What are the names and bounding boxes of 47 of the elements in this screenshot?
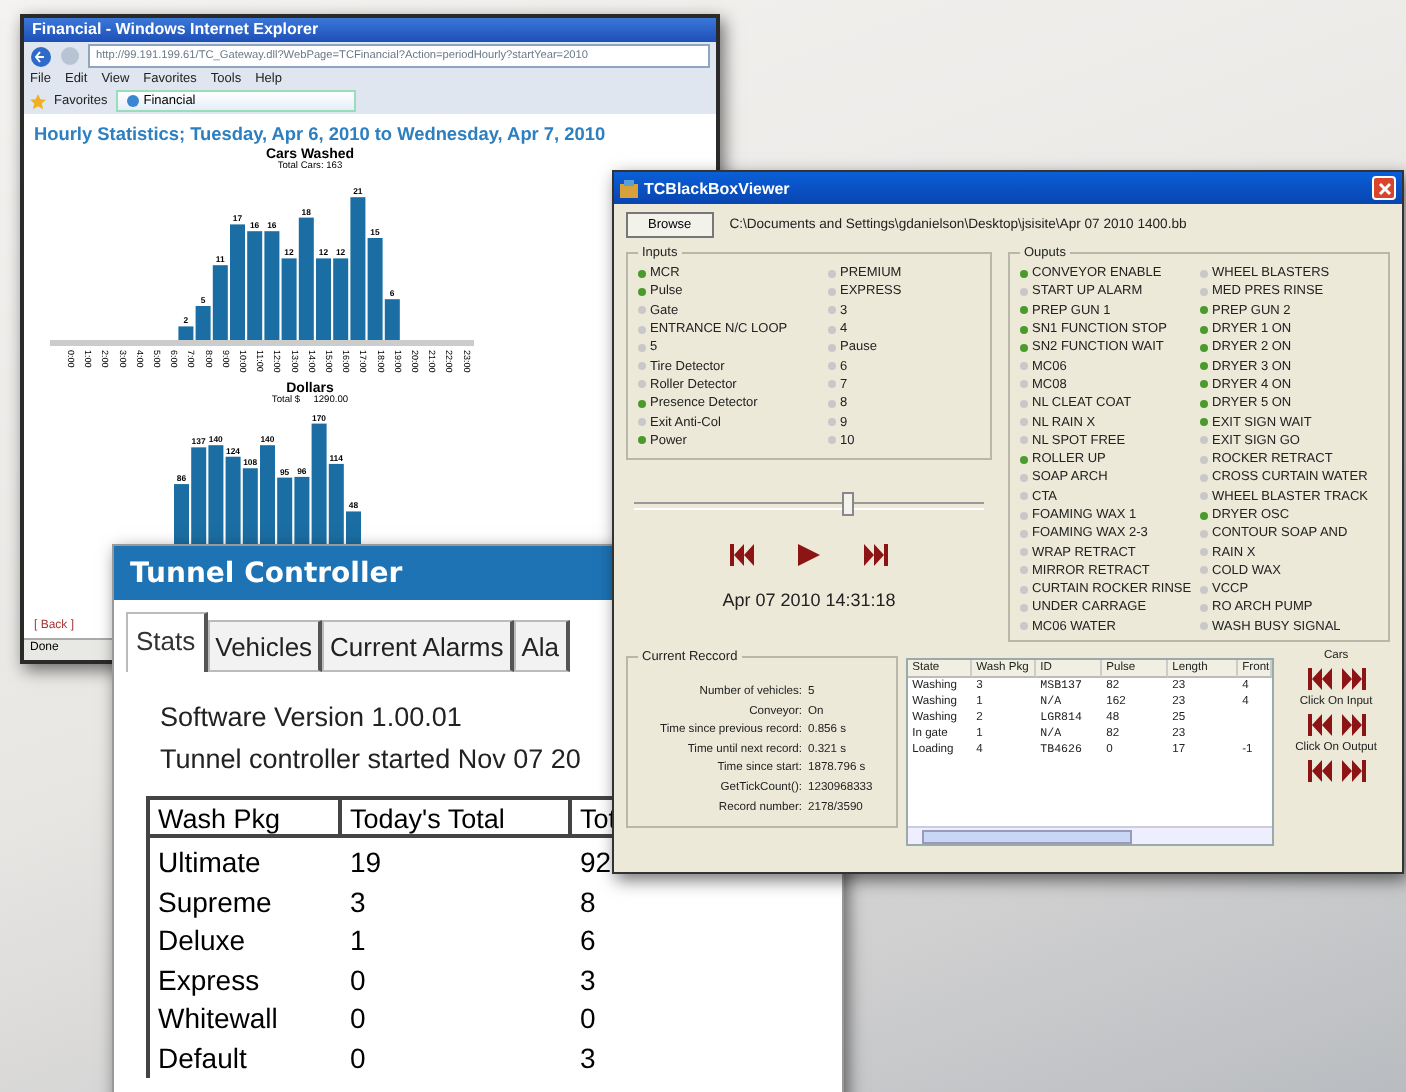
- close-icon: [1377, 181, 1391, 195]
- tab[interactable]: Vehicles: [207, 620, 323, 672]
- star-icon: [30, 93, 46, 109]
- table-cell-text: 3: [578, 1039, 598, 1077]
- table-cell-text: 0: [348, 961, 368, 999]
- table-cell-text: Whitewall: [156, 1000, 280, 1038]
- table-cell-text: 92: [578, 844, 614, 882]
- table-cell-text: 0: [578, 1000, 598, 1038]
- close-button[interactable]: [1372, 176, 1396, 200]
- slider-track[interactable]: [634, 491, 984, 516]
- page-icon: [125, 94, 140, 108]
- table-cell-text: 6: [578, 922, 598, 960]
- table-cell-text: Deluxe: [156, 922, 248, 960]
- fast-forward-button[interactable]: [864, 543, 888, 566]
- tab[interactable]: Ala: [513, 620, 570, 672]
- column-header: Wash Pkg: [150, 796, 342, 838]
- table-cell-text: 19: [348, 844, 384, 882]
- back-icon[interactable]: [30, 45, 52, 67]
- window-title: Financial - Windows Internet Explorer: [24, 18, 716, 42]
- window-title: TCBlackBoxViewer: [644, 179, 790, 197]
- next-button[interactable]: [1341, 668, 1366, 690]
- table-cell-text: Express: [156, 961, 262, 1000]
- table-cell-text: 0: [348, 1000, 368, 1038]
- previous-button[interactable]: [1307, 714, 1332, 736]
- previous-button[interactable]: [1307, 668, 1332, 690]
- slider-thumb[interactable]: [841, 491, 854, 516]
- previous-button[interactable]: [1307, 760, 1332, 782]
- table-cell-text: Ultimate: [156, 844, 263, 882]
- tab[interactable]: Stats: [126, 612, 208, 672]
- column-header: Today's Total: [342, 796, 572, 838]
- next-button[interactable]: [1341, 760, 1366, 782]
- next-button[interactable]: [1341, 714, 1366, 736]
- play-button[interactable]: [798, 543, 820, 566]
- table-cell-text: Supreme: [156, 883, 274, 922]
- app-icon: [620, 179, 638, 197]
- table-cell-text: 8: [578, 883, 598, 921]
- horizontal-scrollbar[interactable]: [908, 826, 1273, 844]
- info-text: Software Version 1.00.01: [160, 700, 462, 736]
- rewind-button[interactable]: [730, 543, 754, 566]
- table-cell-text: 3: [348, 883, 368, 921]
- table-cell-text: 0: [348, 1039, 368, 1077]
- info-text: Tunnel controller started Nov 07 20: [160, 742, 581, 778]
- table-cell-text: Default: [156, 1039, 249, 1077]
- table-cell-text: 1: [348, 922, 368, 960]
- tab[interactable]: Current Alarms: [322, 620, 514, 672]
- page-heading: Hourly Statistics; Tuesday, Apr 6, 2010 to Wednesday, Apr 7, 2010: [34, 122, 606, 147]
- table-cell-text: 3: [578, 961, 598, 999]
